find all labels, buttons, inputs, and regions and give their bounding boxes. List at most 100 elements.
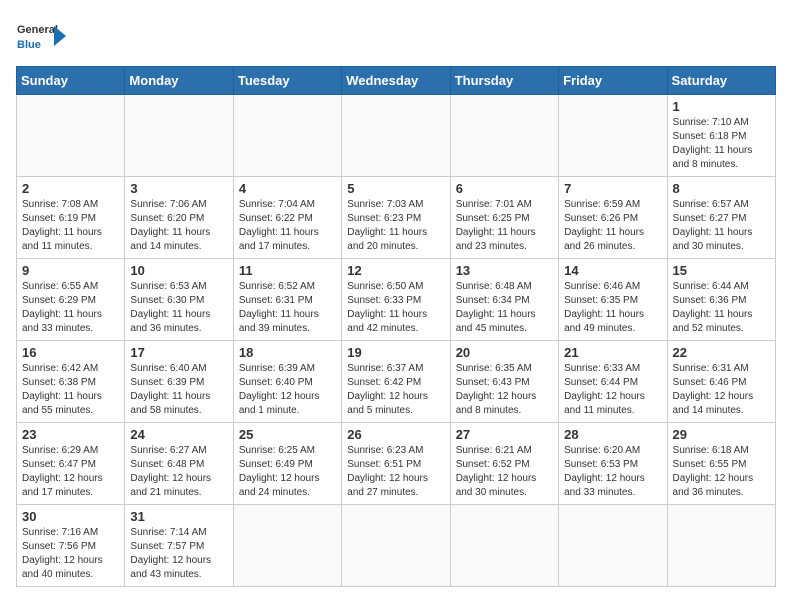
day-number: 9 xyxy=(22,263,119,278)
calendar: SundayMondayTuesdayWednesdayThursdayFrid… xyxy=(16,66,776,587)
day-cell: 9 Sunrise: 6:55 AM Sunset: 6:29 PM Daylig… xyxy=(17,259,125,341)
day-cell: 20 Sunrise: 6:35 AM Sunset: 6:43 PM Dayli… xyxy=(450,341,558,423)
day-cell: 1 Sunrise: 7:10 AM Sunset: 6:18 PM Daylig… xyxy=(667,95,775,177)
day-number: 5 xyxy=(347,181,444,196)
day-number: 22 xyxy=(673,345,770,360)
day-number: 26 xyxy=(347,427,444,442)
week-row-1: 1 Sunrise: 7:10 AM Sunset: 6:18 PM Daylig… xyxy=(17,95,776,177)
day-cell: 5 Sunrise: 7:03 AM Sunset: 6:23 PM Daylig… xyxy=(342,177,450,259)
day-cell: 12Sunrise: 6:50 AM Sunset: 6:33 PM Dayli… xyxy=(342,259,450,341)
day-cell xyxy=(125,95,233,177)
weekday-header-tuesday: Tuesday xyxy=(233,67,341,95)
day-info: Sunrise: 6:21 AM Sunset: 6:52 PM Dayligh… xyxy=(456,444,553,500)
day-cell xyxy=(17,95,125,177)
day-number: 20 xyxy=(456,345,553,360)
day-number: 10 xyxy=(130,263,227,278)
week-row-3: 9 Sunrise: 6:55 AM Sunset: 6:29 PM Daylig… xyxy=(17,259,776,341)
day-number: 17 xyxy=(130,345,227,360)
day-cell: 18 Sunrise: 6:39 AM Sunset: 6:40 PM Dayli… xyxy=(233,341,341,423)
weekday-header-wednesday: Wednesday xyxy=(342,67,450,95)
day-cell: 29 Sunrise: 6:18 AM Sunset: 6:55 PM Dayli… xyxy=(667,423,775,505)
day-info: Sunrise: 6:27 AM Sunset: 6:48 PM Dayligh… xyxy=(130,444,227,500)
day-cell xyxy=(667,505,775,587)
day-info: Sunrise: 6:35 AM Sunset: 6:43 PM Dayligh… xyxy=(456,362,553,418)
svg-text:General: General xyxy=(17,24,58,36)
day-info: Sunrise: 6:59 AM Sunset: 6:26 PM Dayligh… xyxy=(564,198,661,254)
weekday-header-thursday: Thursday xyxy=(450,67,558,95)
day-cell xyxy=(450,95,558,177)
day-cell xyxy=(559,505,667,587)
day-info: Sunrise: 6:23 AM Sunset: 6:51 PM Dayligh… xyxy=(347,444,444,500)
day-info: Sunrise: 6:46 AM Sunset: 6:35 PM Dayligh… xyxy=(564,280,661,336)
day-cell: 7Sunrise: 6:59 AM Sunset: 6:26 PM Daylig… xyxy=(559,177,667,259)
day-number: 11 xyxy=(239,263,336,278)
day-info: Sunrise: 6:57 AM Sunset: 6:27 PM Dayligh… xyxy=(673,198,770,254)
day-cell: 24 Sunrise: 6:27 AM Sunset: 6:48 PM Dayli… xyxy=(125,423,233,505)
day-number: 18 xyxy=(239,345,336,360)
day-cell: 28Sunrise: 6:20 AM Sunset: 6:53 PM Dayli… xyxy=(559,423,667,505)
day-info: Sunrise: 6:29 AM Sunset: 6:47 PM Dayligh… xyxy=(22,444,119,500)
day-info: Sunrise: 6:31 AM Sunset: 6:46 PM Dayligh… xyxy=(673,362,770,418)
day-number: 24 xyxy=(130,427,227,442)
day-info: Sunrise: 6:48 AM Sunset: 6:34 PM Dayligh… xyxy=(456,280,553,336)
day-number: 19 xyxy=(347,345,444,360)
day-number: 3 xyxy=(130,181,227,196)
day-cell xyxy=(450,505,558,587)
day-cell: 4 Sunrise: 7:04 AM Sunset: 6:22 PM Daylig… xyxy=(233,177,341,259)
weekday-header-friday: Friday xyxy=(559,67,667,95)
day-info: Sunrise: 6:20 AM Sunset: 6:53 PM Dayligh… xyxy=(564,444,661,500)
weekday-header-monday: Monday xyxy=(125,67,233,95)
day-info: Sunrise: 6:40 AM Sunset: 6:39 PM Dayligh… xyxy=(130,362,227,418)
day-number: 27 xyxy=(456,427,553,442)
day-number: 4 xyxy=(239,181,336,196)
day-cell xyxy=(342,95,450,177)
day-number: 8 xyxy=(673,181,770,196)
week-row-6: 30Sunrise: 7:16 AM Sunset: 7:56 PM Dayli… xyxy=(17,505,776,587)
day-cell: 10 Sunrise: 6:53 AM Sunset: 6:30 PM Dayli… xyxy=(125,259,233,341)
day-cell: 13 Sunrise: 6:48 AM Sunset: 6:34 PM Dayli… xyxy=(450,259,558,341)
day-info: Sunrise: 6:53 AM Sunset: 6:30 PM Dayligh… xyxy=(130,280,227,336)
day-number: 23 xyxy=(22,427,119,442)
day-info: Sunrise: 7:01 AM Sunset: 6:25 PM Dayligh… xyxy=(456,198,553,254)
day-number: 1 xyxy=(673,99,770,114)
day-info: Sunrise: 6:42 AM Sunset: 6:38 PM Dayligh… xyxy=(22,362,119,418)
day-cell: 30Sunrise: 7:16 AM Sunset: 7:56 PM Dayli… xyxy=(17,505,125,587)
day-cell: 21Sunrise: 6:33 AM Sunset: 6:44 PM Dayli… xyxy=(559,341,667,423)
day-info: Sunrise: 6:55 AM Sunset: 6:29 PM Dayligh… xyxy=(22,280,119,336)
day-cell: 8 Sunrise: 6:57 AM Sunset: 6:27 PM Daylig… xyxy=(667,177,775,259)
weekday-header-saturday: Saturday xyxy=(667,67,775,95)
day-info: Sunrise: 6:25 AM Sunset: 6:49 PM Dayligh… xyxy=(239,444,336,500)
day-info: Sunrise: 6:39 AM Sunset: 6:40 PM Dayligh… xyxy=(239,362,336,418)
day-cell: 14Sunrise: 6:46 AM Sunset: 6:35 PM Dayli… xyxy=(559,259,667,341)
day-number: 13 xyxy=(456,263,553,278)
day-cell xyxy=(233,505,341,587)
day-cell: 27 Sunrise: 6:21 AM Sunset: 6:52 PM Dayli… xyxy=(450,423,558,505)
day-info: Sunrise: 7:10 AM Sunset: 6:18 PM Dayligh… xyxy=(673,116,770,172)
week-row-4: 16Sunrise: 6:42 AM Sunset: 6:38 PM Dayli… xyxy=(17,341,776,423)
day-info: Sunrise: 6:44 AM Sunset: 6:36 PM Dayligh… xyxy=(673,280,770,336)
day-info: Sunrise: 7:03 AM Sunset: 6:23 PM Dayligh… xyxy=(347,198,444,254)
day-info: Sunrise: 7:14 AM Sunset: 7:57 PM Dayligh… xyxy=(130,526,227,582)
weekday-header-sunday: Sunday xyxy=(17,67,125,95)
day-cell: 17 Sunrise: 6:40 AM Sunset: 6:39 PM Dayli… xyxy=(125,341,233,423)
weekday-header-row: SundayMondayTuesdayWednesdayThursdayFrid… xyxy=(17,67,776,95)
day-cell: 6 Sunrise: 7:01 AM Sunset: 6:25 PM Daylig… xyxy=(450,177,558,259)
day-number: 29 xyxy=(673,427,770,442)
day-info: Sunrise: 6:18 AM Sunset: 6:55 PM Dayligh… xyxy=(673,444,770,500)
logo: General Blue xyxy=(16,16,66,56)
week-row-2: 2Sunrise: 7:08 AM Sunset: 6:19 PM Daylig… xyxy=(17,177,776,259)
day-cell: 25Sunrise: 6:25 AM Sunset: 6:49 PM Dayli… xyxy=(233,423,341,505)
day-cell xyxy=(559,95,667,177)
day-number: 15 xyxy=(673,263,770,278)
day-cell: 3Sunrise: 7:06 AM Sunset: 6:20 PM Daylig… xyxy=(125,177,233,259)
day-cell: 16Sunrise: 6:42 AM Sunset: 6:38 PM Dayli… xyxy=(17,341,125,423)
day-info: Sunrise: 6:33 AM Sunset: 6:44 PM Dayligh… xyxy=(564,362,661,418)
day-number: 6 xyxy=(456,181,553,196)
day-cell: 15 Sunrise: 6:44 AM Sunset: 6:36 PM Dayli… xyxy=(667,259,775,341)
day-info: Sunrise: 7:04 AM Sunset: 6:22 PM Dayligh… xyxy=(239,198,336,254)
day-cell xyxy=(233,95,341,177)
day-cell xyxy=(342,505,450,587)
day-cell: 19Sunrise: 6:37 AM Sunset: 6:42 PM Dayli… xyxy=(342,341,450,423)
day-info: Sunrise: 7:16 AM Sunset: 7:56 PM Dayligh… xyxy=(22,526,119,582)
day-number: 12 xyxy=(347,263,444,278)
